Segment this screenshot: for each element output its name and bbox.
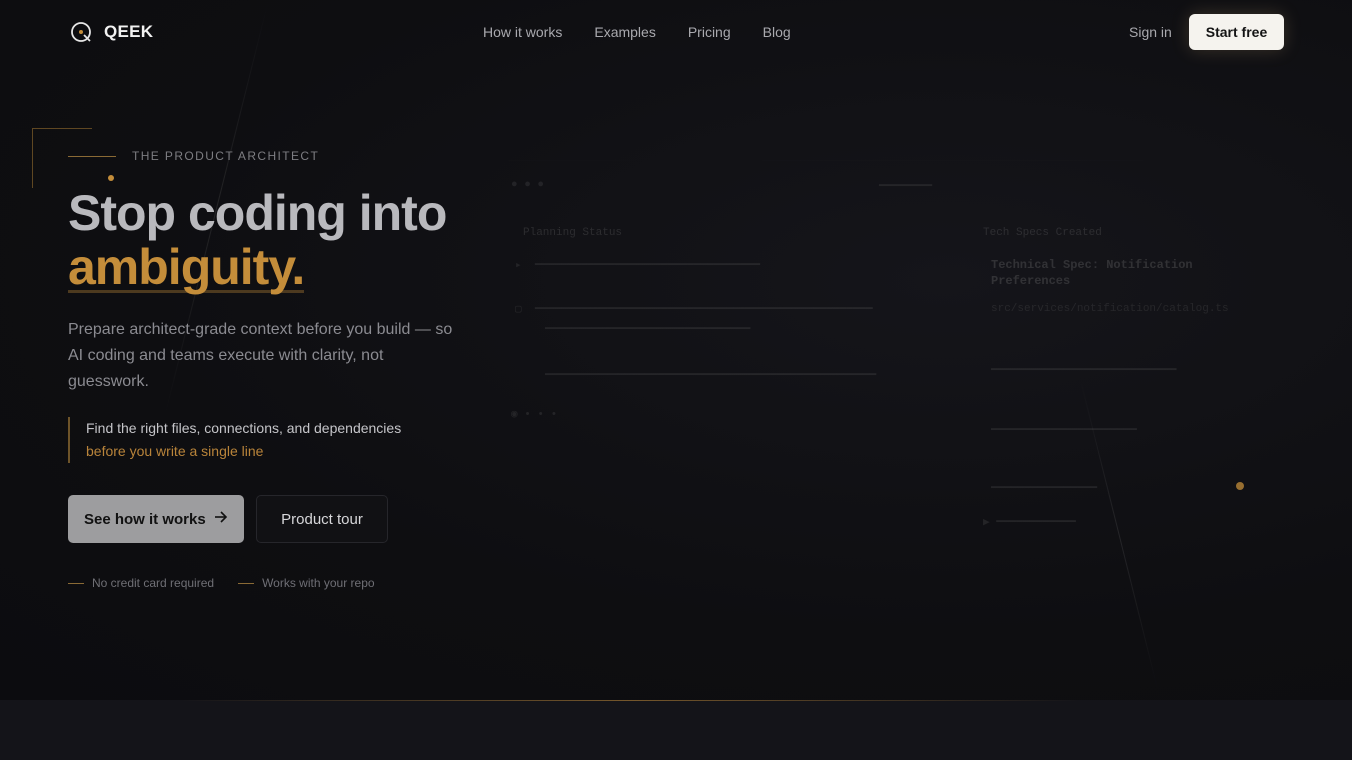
preview-window-controls: ● ● ●	[511, 179, 545, 191]
preview-line: ━━━━━━━━━━━━━━━━━━━━━━━━━━━━━━━━━━━━━━━━…	[545, 370, 877, 382]
preview-line: ▸ ━━━━━━━━━━━━━━━━━━━━━━━━━━━━━━━━━━	[515, 260, 760, 272]
accent-dot	[108, 175, 114, 181]
next-section	[0, 700, 1352, 760]
nav-link-blog[interactable]: Blog	[763, 24, 791, 40]
start-free-button[interactable]: Start free	[1189, 14, 1284, 50]
brand-name: QEEK	[104, 22, 154, 41]
note-no-credit-card: No credit card required	[68, 576, 214, 590]
hero-section: ● ● ● ━━━━━━━━ Planning Status ▸ ━━━━━━━…	[0, 0, 1352, 700]
preview-spec-path: src/services/notification/catalog.ts	[991, 303, 1229, 315]
eyebrow-rule	[68, 155, 116, 157]
preview-right-title: Tech Specs Created	[983, 227, 1102, 239]
preview-line: ▢ ━━━━━━━━━━━━━━━━━━━━━━━━━━━━━━━━━━━━━━…	[515, 304, 873, 316]
preview-toolbar-label: ━━━━━━━━	[879, 181, 932, 193]
preview-line: ▶ ━━━━━━━━━━━━	[983, 517, 1076, 529]
nav-link-how-it-works[interactable]: How it works	[483, 24, 562, 40]
note-text: No credit card required	[92, 576, 215, 590]
preview-left-title: Planning Status	[523, 227, 623, 239]
sign-in-link[interactable]: Sign in	[1129, 24, 1172, 40]
qeek-logo-icon	[70, 20, 94, 44]
eyebrow-text: THE PRODUCT ARCHITECT	[132, 149, 320, 163]
callout-line-2: before you write a single line	[86, 443, 264, 459]
top-nav: QEEK How it works Examples Pricing Blog …	[0, 0, 1352, 64]
see-how-it-works-label: See how it works	[84, 510, 206, 528]
note-rule	[68, 582, 84, 584]
hero-headline: Stop coding into ambiguity.	[68, 185, 447, 295]
preview-line: ◉ • • •	[511, 409, 558, 421]
preview-line: ━━━━━━━━━━━━━━━━	[991, 483, 1097, 495]
preview-line: ━━━━━━━━━━━━━━━━━━━━━━━━━━━━	[991, 365, 1177, 377]
preview-spec-heading: Technical Spec: Notification Preferences	[991, 258, 1193, 288]
eyebrow: THE PRODUCT ARCHITECT	[68, 149, 319, 163]
callout-line-1: Find the right files, connections, and d…	[86, 420, 402, 436]
note-rule	[238, 582, 255, 584]
preview-line: ━━━━━━━━━━━━━━━━━━━━━━	[991, 425, 1137, 437]
note-text: Works with your repo	[262, 576, 375, 590]
nav-link-pricing[interactable]: Pricing	[688, 24, 731, 40]
hero-callout: Find the right files, connections, and d…	[68, 417, 401, 463]
headline-line-2: ambiguity.	[68, 239, 305, 295]
nav-link-examples[interactable]: Examples	[594, 24, 655, 40]
preview-line: ━━━━━━━━━━━━━━━━━━━━━━━━━━━━━━━	[545, 324, 751, 336]
arrow-right-icon	[214, 510, 228, 528]
hero-subtext: Prepare architect-grade context before y…	[68, 321, 453, 390]
nav-links: How it works Examples Pricing Blog	[483, 24, 791, 40]
product-preview: ● ● ● ━━━━━━━━ Planning Status ▸ ━━━━━━━…	[490, 160, 1290, 680]
note-works-with-repo: Works with your repo	[238, 576, 375, 590]
product-tour-button[interactable]: Product tour	[256, 495, 388, 543]
see-how-it-works-button[interactable]: See how it works	[68, 495, 244, 543]
headline-line-1: Stop coding into	[68, 185, 447, 241]
hero-notes: No credit card required Works with your …	[68, 576, 375, 590]
logo[interactable]: QEEK	[70, 20, 153, 44]
section-divider	[180, 700, 1080, 701]
